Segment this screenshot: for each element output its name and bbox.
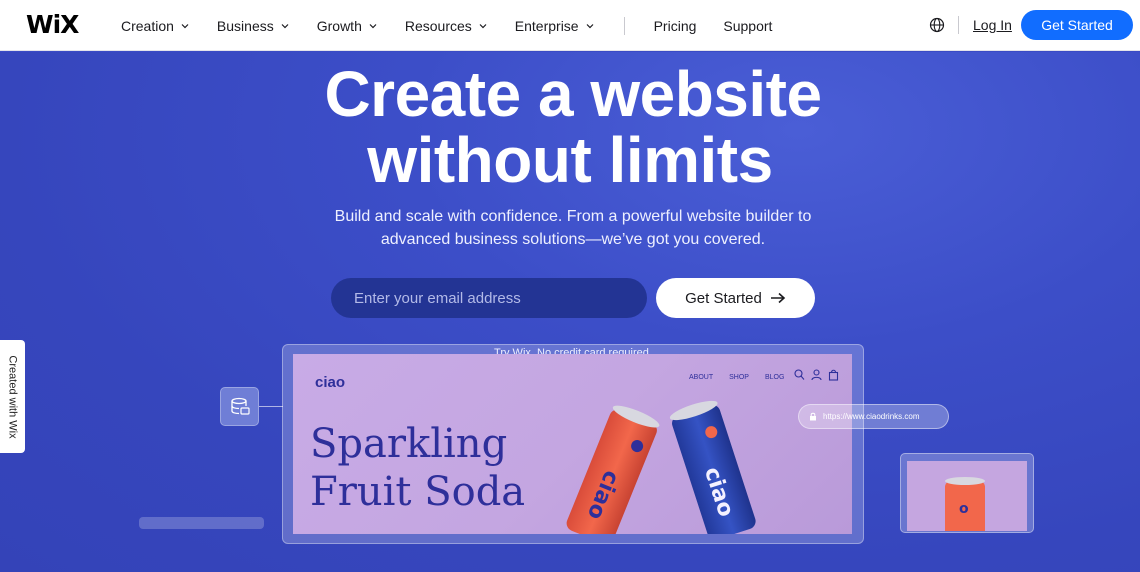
top-nav: WiX Creation Business Growth Resources E… xyxy=(0,0,1140,51)
mockup-nav-item: ABOUT xyxy=(689,374,714,381)
chevron-down-icon xyxy=(369,23,377,28)
chevron-down-icon xyxy=(181,23,189,28)
nav-item-enterprise[interactable]: Enterprise xyxy=(515,18,595,34)
search-icon xyxy=(794,369,805,380)
chevron-down-icon xyxy=(586,23,594,28)
created-with-wix-tab[interactable]: Created with Wix xyxy=(0,340,25,453)
nav-item-resources[interactable]: Resources xyxy=(405,18,488,34)
nav-item-label: Business xyxy=(216,17,274,34)
chevron-down-icon xyxy=(281,23,289,28)
lock-icon xyxy=(810,412,816,421)
mockup-icons xyxy=(794,369,839,381)
mockup-logo: ciao xyxy=(315,374,346,391)
connector-line xyxy=(259,406,283,407)
nav-item-label: Growth xyxy=(316,17,362,34)
nav-item-label: Enterprise xyxy=(514,17,579,34)
url-text: https://www.ciaodrinks.com xyxy=(823,412,920,421)
decorative-card xyxy=(139,517,264,529)
nav-item-label: Resources xyxy=(404,17,472,34)
nav-divider xyxy=(958,16,959,34)
soda-can-image: o xyxy=(945,477,985,531)
nav-divider xyxy=(623,16,625,35)
wix-logo[interactable]: WiX xyxy=(26,10,79,39)
nav-item-creation[interactable]: Creation xyxy=(121,18,190,34)
arrow-right-icon xyxy=(770,292,786,304)
nav-item-business[interactable]: Business xyxy=(217,18,290,34)
hero-subtitle: advanced business solutions—we’ve got yo… xyxy=(380,231,766,248)
mockup-nav-item: SHOP xyxy=(729,374,749,381)
get-started-button[interactable]: Get Started xyxy=(1021,10,1133,40)
email-input[interactable] xyxy=(331,278,647,318)
nav-links: Creation Business Growth Resources Enter… xyxy=(121,0,772,51)
hero-get-started-button[interactable]: Get Started xyxy=(656,278,815,318)
cart-icon xyxy=(828,369,839,381)
database-icon xyxy=(230,397,250,415)
hero-title: Create a website xyxy=(324,58,822,130)
mockup-title: Fruit Soda xyxy=(310,469,526,515)
globe-icon[interactable] xyxy=(929,17,945,33)
user-icon xyxy=(811,369,822,381)
hero-subtitle: Build and scale with confidence. From a … xyxy=(334,208,812,225)
nav-item-growth[interactable]: Growth xyxy=(317,18,378,34)
mockup-nav-item: BLOG xyxy=(764,374,785,381)
chevron-down-icon xyxy=(479,23,487,28)
database-badge xyxy=(220,387,259,426)
mobile-preview: o xyxy=(907,461,1027,531)
nav-item-support[interactable]: Support xyxy=(723,18,772,34)
nav-item-pricing[interactable]: Pricing xyxy=(654,18,697,34)
hero-cta-label: Get Started xyxy=(685,289,762,307)
mockup-nav: ABOUT SHOP BLOG xyxy=(689,374,784,381)
svg-text:o: o xyxy=(959,501,969,517)
hero-title: without limits xyxy=(367,124,773,196)
url-pill: https://www.ciaodrinks.com xyxy=(798,404,949,429)
nav-item-label: Creation xyxy=(121,17,174,34)
mockup-title: Sparkling xyxy=(310,421,508,467)
side-tab-label: Created with Wix xyxy=(6,354,19,439)
login-link[interactable]: Log In xyxy=(973,17,1012,33)
